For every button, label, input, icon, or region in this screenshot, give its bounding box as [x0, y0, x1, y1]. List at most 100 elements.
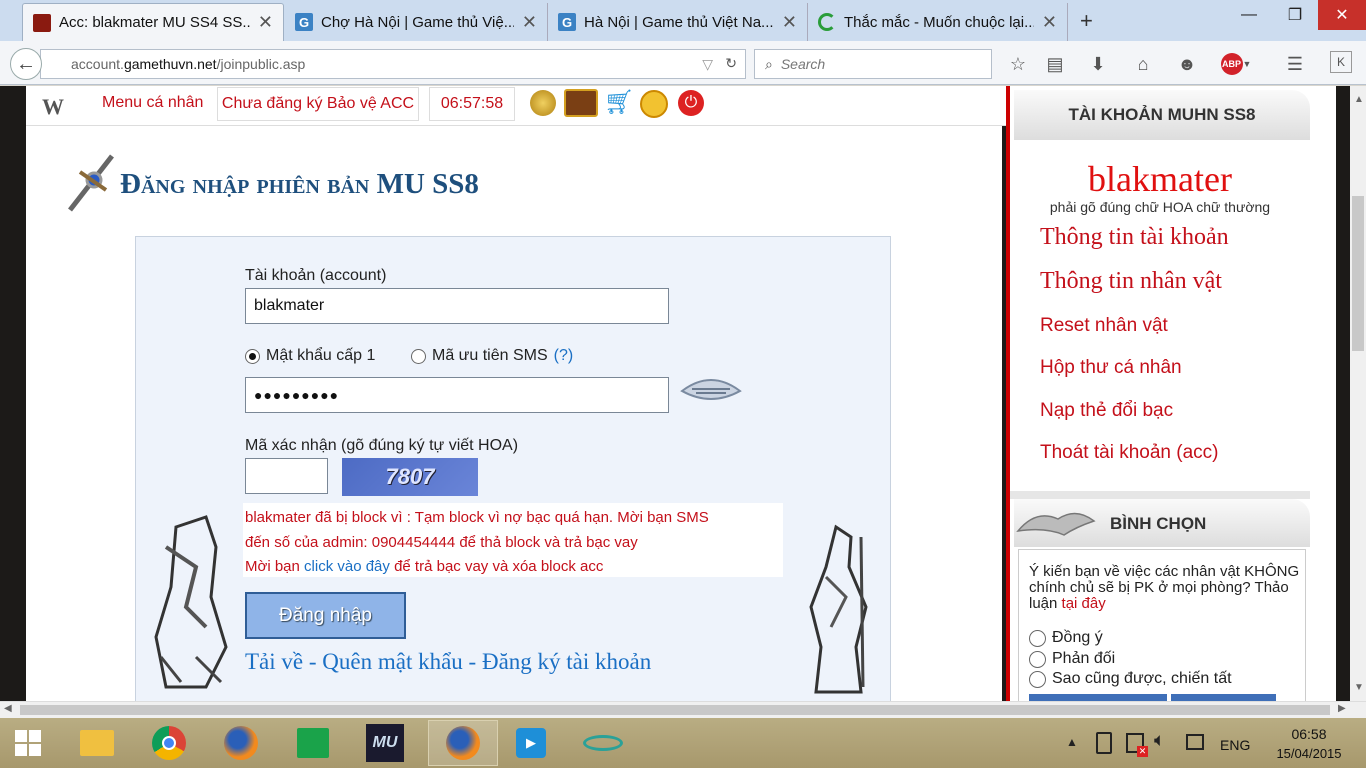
mu-game-icon[interactable]: MU — [356, 720, 414, 766]
radio-password-label: Mật khẩu cấp 1 — [266, 347, 376, 364]
shopping-cart-icon[interactable]: 🛒︎ — [604, 90, 634, 116]
reading-list-icon[interactable]: ▤ — [1042, 51, 1068, 77]
radio-sms-option[interactable]: Mã ưu tiên SMS (?) — [411, 347, 573, 365]
radio-password-option[interactable]: Mật khẩu cấp 1 — [245, 347, 375, 365]
captcha-input[interactable] — [245, 458, 328, 494]
show-hidden-icons-icon[interactable]: ▲ — [1066, 735, 1078, 749]
money-bag-icon[interactable] — [530, 90, 556, 116]
k-extension-icon[interactable]: K — [1330, 51, 1352, 73]
reload-icon[interactable]: ↻ — [725, 55, 737, 72]
viettel-icon[interactable] — [574, 720, 632, 766]
store-icon[interactable] — [284, 720, 342, 766]
smiley-gift-icon[interactable] — [640, 90, 668, 118]
clock-time: 06:58 — [1291, 726, 1327, 742]
poll-option-label: Sao cũng được, chiến tất — [1052, 670, 1232, 687]
separator: - — [308, 649, 317, 674]
forgot-password-link[interactable]: Quên mật khẩu — [322, 649, 463, 674]
tab-ha-noi[interactable]: G Hà Nội | Game thủ Việt Na... ✕ — [548, 3, 808, 41]
poll-discuss-link[interactable]: tại đây — [1062, 595, 1106, 612]
poll-header-bar: BÌNH CHỌN — [1014, 499, 1310, 547]
adblock-button[interactable]: ABP ▼ — [1218, 51, 1254, 77]
close-tab-icon[interactable]: ✕ — [1042, 12, 1057, 33]
login-button[interactable]: Đăng nhập — [245, 592, 406, 639]
sidebar-item-mailbox[interactable]: Hộp thư cá nhân — [1040, 357, 1182, 379]
close-window-icon[interactable]: ✕ — [1318, 0, 1366, 30]
url-dropdown-icon[interactable]: ▽ — [702, 56, 713, 73]
poll-box: Ý kiến bạn về việc các nhân vật KHÔNG ch… — [1018, 549, 1306, 701]
poll-radio[interactable] — [1029, 650, 1046, 668]
scroll-right-icon[interactable]: ▶ — [1338, 703, 1346, 714]
vote-button[interactable] — [1029, 694, 1167, 701]
search-input[interactable]: ⌕ Search — [754, 49, 992, 79]
menu-hamburger-icon[interactable]: ☰ — [1282, 51, 1308, 77]
radio-sms[interactable] — [411, 348, 426, 364]
url-bar[interactable]: account. gamethuvn.net/joinpublic.asp ▽ ↻ — [40, 49, 746, 79]
maximize-icon[interactable]: ❐ — [1272, 0, 1318, 30]
scroll-down-icon[interactable]: ▼ — [1354, 682, 1364, 693]
account-input[interactable]: blakmater — [245, 288, 669, 324]
close-tab-icon[interactable]: ✕ — [522, 12, 537, 33]
poll-option[interactable]: Phản đối — [1029, 650, 1115, 668]
sidebar-username: blakmater — [1088, 159, 1232, 199]
network-icon[interactable]: ✕ — [1126, 733, 1148, 757]
protect-acc-link[interactable]: Chưa đăng ký Bảo vệ ACC — [217, 87, 419, 121]
treasure-chest-icon[interactable] — [564, 89, 598, 117]
battery-icon[interactable] — [1096, 732, 1112, 754]
password-input[interactable]: ●●●●●●●●● — [245, 377, 669, 413]
sidebar-item-reset-character[interactable]: Reset nhân vật — [1040, 315, 1168, 337]
start-button[interactable] — [0, 720, 56, 766]
volume-icon[interactable]: 🔈︎ — [1154, 730, 1165, 752]
poll-option[interactable]: Sao cũng được, chiến tất — [1029, 670, 1232, 688]
site-logo-icon[interactable]: W — [42, 94, 64, 120]
minimize-icon[interactable]: — — [1226, 0, 1272, 30]
power-off-icon[interactable]: ⏻ — [678, 90, 704, 116]
tab-title: Hà Nội | Game thủ Việt Na... — [584, 13, 774, 31]
hscroll-thumb[interactable] — [20, 705, 1330, 715]
scroll-up-icon[interactable]: ▲ — [1354, 94, 1364, 105]
file-explorer-icon[interactable] — [68, 720, 126, 766]
tab-thac-mac[interactable]: Thắc mắc - Muốn chuộc lại... ✕ — [808, 3, 1068, 41]
download-icon[interactable]: ⬇ — [1085, 51, 1111, 77]
register-link[interactable]: Đăng ký tài khoản — [482, 649, 651, 674]
back-button[interactable]: ← — [10, 48, 42, 80]
captcha-image: 7807 — [342, 458, 478, 496]
close-tab-icon[interactable]: ✕ — [258, 12, 273, 33]
tab-acc-blakmater[interactable]: Acc: blakmater MU SS4 SS... ✕ — [22, 3, 284, 41]
action-center-icon[interactable] — [1186, 734, 1204, 750]
error-message: blakmater đã bị block vì : Tạm block vì … — [243, 503, 783, 577]
sidebar-item-logout[interactable]: Thoát tài khoản (acc) — [1040, 442, 1218, 464]
poll-option[interactable]: Đồng ý — [1029, 629, 1103, 647]
error-text: để trả bạc vay và xóa block acc — [389, 558, 604, 575]
vertical-scrollbar[interactable]: ▲ ▼ — [1350, 86, 1366, 701]
chat-icon[interactable]: ☻ — [1174, 51, 1200, 77]
radio-password[interactable] — [245, 348, 260, 364]
account-sidebar: TÀI KHOẢN MUHN SS8 blakmater phải gõ đún… — [1006, 86, 1336, 701]
scroll-thumb[interactable] — [1352, 196, 1364, 351]
tab-cho-ha-noi[interactable]: G Chợ Hà Nội | Game thủ Việ... ✕ — [285, 3, 548, 41]
sms-help-link[interactable]: (?) — [554, 347, 574, 365]
scroll-left-icon[interactable]: ◀ — [4, 703, 12, 714]
chrome-icon[interactable] — [140, 720, 198, 766]
sidebar-item-top-up[interactable]: Nạp thẻ đổi bạc — [1040, 400, 1173, 422]
menu-ca-nhan-link[interactable]: Menu cá nhân — [102, 94, 203, 112]
download-link[interactable]: Tải về — [245, 649, 303, 674]
firefox-active-icon[interactable] — [428, 720, 498, 766]
poll-radio[interactable] — [1029, 670, 1046, 688]
click-here-link[interactable]: click vào đây — [304, 558, 390, 575]
bookmark-star-icon[interactable]: ☆ — [1005, 51, 1031, 77]
clock-area[interactable]: 06:58 15/04/2015 — [1268, 726, 1350, 761]
media-player-icon[interactable]: ▶ — [502, 720, 560, 766]
virtual-keyboard-icon[interactable] — [678, 373, 744, 407]
firefox-icon[interactable] — [212, 720, 270, 766]
home-icon[interactable]: ⌂ — [1130, 51, 1156, 77]
horizontal-scrollbar[interactable]: ◀ ▶ — [0, 701, 1366, 718]
sidebar-item-account-info[interactable]: Thông tin tài khoản — [1040, 224, 1229, 251]
new-tab-plus-icon[interactable]: + — [1080, 8, 1093, 34]
poll-radio[interactable] — [1029, 629, 1046, 647]
sidebar-item-character-info[interactable]: Thông tin nhân vật — [1040, 268, 1222, 295]
back-arrow-icon: ← — [16, 52, 36, 75]
error-line: Mời bạn click vào đây để trả bạc vay và … — [245, 555, 781, 580]
language-indicator[interactable]: ENG — [1220, 737, 1250, 753]
close-tab-icon[interactable]: ✕ — [782, 12, 797, 33]
results-button[interactable] — [1171, 694, 1276, 701]
